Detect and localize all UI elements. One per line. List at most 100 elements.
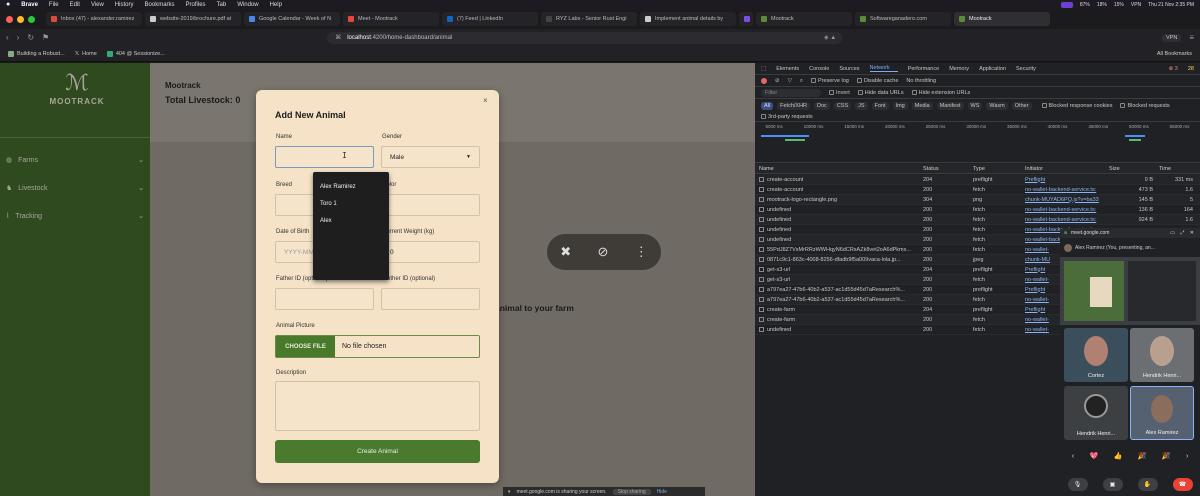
browser-tab[interactable]: RYZ Labs - Senior Rust Engi — [541, 12, 637, 26]
father-id-input[interactable] — [275, 288, 374, 310]
meet-window-controls-icon[interactable]: ▭ ⤢ ✕ — [1170, 230, 1200, 236]
browser-tab[interactable]: Inbox (47) - alexander.ramirez — [46, 12, 142, 26]
reload-icon[interactable]: ↻ — [27, 33, 34, 42]
filter-chip[interactable]: Fetch/XHR — [777, 101, 811, 110]
browser-tab[interactable]: Mootrack — [756, 12, 852, 26]
bookmark-item[interactable]: 𝕏 Home — [75, 51, 97, 57]
disable-cache[interactable]: Disable cache — [856, 78, 898, 84]
reaction-emoji-icon[interactable]: 🎉 — [1138, 452, 1147, 460]
record-icon[interactable] — [761, 78, 767, 84]
filter-chip[interactable]: Other — [1011, 101, 1032, 110]
network-row[interactable]: undefined 200 fetch no-wallet-backend-servi… — [755, 205, 1200, 215]
network-row[interactable]: undefined 200 fetch no-wallet-backend-servi… — [755, 215, 1200, 225]
autocomplete-option[interactable]: Toro 1 — [313, 195, 389, 212]
camera-icon[interactable]: ▣ — [1102, 477, 1123, 491]
hide-button[interactable]: Hide — [657, 489, 667, 495]
close-icon[interactable]: × — [483, 96, 488, 105]
shared-screen-preview[interactable] — [1060, 257, 1200, 325]
third-party-checkbox[interactable]: 3rd-party requests — [761, 114, 813, 120]
network-timeline[interactable]: 5000 ms 10000 ms 15000 ms 20000 ms 25000 ms 3… — [755, 123, 1200, 163]
clear-icon[interactable]: ⊘ — [775, 78, 780, 84]
menu-view[interactable]: View — [91, 2, 104, 8]
status-clock[interactable]: Thu 21 Nov 2:35 PM — [1148, 2, 1194, 8]
description-textarea[interactable] — [275, 381, 480, 431]
menu-history[interactable]: History — [115, 2, 134, 8]
cell-initiator[interactable]: no-wallet-backend-service.ts: — [1025, 187, 1109, 193]
cell-initiator[interactable]: chunk-MUYAD6PQ.js?v=ba33 — [1025, 197, 1109, 203]
browser-tab[interactable]: Meet - Mootrack — [343, 12, 439, 26]
filter-chip[interactable]: JS — [855, 101, 868, 110]
filter-input[interactable]: Filter — [761, 89, 821, 97]
browser-tab[interactable]: Google Calendar - Week of N — [244, 12, 340, 26]
tab-sources[interactable]: Sources — [839, 66, 859, 72]
blocked-filter-checkbox[interactable]: Blocked requests — [1120, 103, 1170, 109]
menu-tab[interactable]: Tab — [217, 2, 227, 8]
preserve-log[interactable]: Preserve log — [810, 78, 849, 84]
mic-off-icon[interactable]: ✖ — [560, 244, 571, 260]
browser-tab[interactable]: website-2019/brochure.pdf at — [145, 12, 241, 26]
screen-share-indicator[interactable] — [1060, 1, 1073, 8]
blocked-filter-checkbox[interactable]: Blocked response cookies — [1041, 103, 1112, 109]
stop-sharing-button[interactable]: Stop sharing — [612, 488, 651, 495]
filter-chip[interactable]: Font — [871, 101, 889, 110]
sidebar-item-tracking[interactable]: ⌇ Tracking ⌄ — [6, 209, 144, 223]
close-window-icon[interactable] — [6, 15, 13, 23]
column-name[interactable]: Name — [755, 166, 923, 172]
reaction-emoji-icon[interactable]: 🎉 — [1162, 452, 1171, 460]
menu-icon[interactable]: ≡ — [1189, 33, 1194, 42]
throttling-select[interactable]: No throttling — [906, 78, 936, 84]
menu-window[interactable]: Window — [237, 2, 258, 8]
search-icon[interactable]: ⌕ — [800, 78, 803, 85]
status-vpn[interactable]: VPN — [1131, 2, 1141, 8]
weight-input[interactable]: 0 — [381, 241, 480, 263]
tab-console[interactable]: Console — [809, 66, 829, 72]
mic-icon[interactable]: 🎙 — [1067, 477, 1088, 491]
browser-tab[interactable]: Softwareganadero.com — [855, 12, 951, 26]
autocomplete-option[interactable]: Alex — [313, 212, 389, 229]
tab-network[interactable]: Network — [869, 65, 898, 72]
tab-elements[interactable]: Elements — [776, 66, 799, 72]
all-bookmarks[interactable]: All Bookmarks — [1157, 51, 1192, 57]
tab-performance[interactable]: Performance — [908, 66, 940, 72]
participant-tile[interactable]: Cortez — [1064, 328, 1128, 382]
gender-select[interactable]: Male ▼ — [381, 146, 480, 168]
browser-tab[interactable]: Mootrack — [954, 12, 1050, 26]
network-row[interactable]: create-account 200 fetch no-wallet-backend-… — [755, 185, 1200, 195]
raise-hand-icon[interactable]: ✋ — [1137, 477, 1158, 491]
mootrack-logo[interactable]: ℳ MOOTRACK — [42, 73, 112, 107]
reaction-nav-icon[interactable]: ‹ — [1072, 453, 1074, 460]
end-call-icon[interactable]: ☎ — [1172, 477, 1193, 491]
participant-tile[interactable]: Hendrik Henri... — [1130, 328, 1194, 382]
menu-file[interactable]: File — [49, 2, 59, 8]
brave-shield-icon[interactable]: ◈ ▲ — [824, 34, 842, 41]
inspect-icon[interactable]: ⬚ — [761, 66, 766, 72]
browser-tab[interactable] — [739, 12, 753, 26]
minimize-window-icon[interactable] — [17, 15, 24, 23]
filter-chip[interactable]: Manifest — [936, 101, 964, 110]
apple-icon[interactable]: ● — [6, 1, 10, 8]
filter-chip[interactable]: Media — [911, 101, 933, 110]
column-initiator[interactable]: Initiator — [1025, 166, 1109, 172]
invert-checkbox[interactable]: Invert — [829, 90, 850, 96]
hide-extension-urls-checkbox[interactable]: Hide extension URLs — [911, 90, 970, 96]
reaction-emoji-icon[interactable]: 👍 — [1114, 452, 1123, 460]
tab-memory[interactable]: Memory — [949, 66, 969, 72]
zoom-window-icon[interactable] — [28, 15, 35, 23]
hide-data-urls-checkbox[interactable]: Hide data URLs — [857, 90, 904, 96]
filter-chip[interactable]: CSS — [833, 101, 852, 110]
filter-icon[interactable]: ▽ — [788, 78, 792, 84]
speaker-off-icon[interactable]: ⊘ — [597, 244, 608, 260]
filter-chip[interactable]: WS — [967, 101, 983, 110]
sidebar-item-livestock[interactable]: ♞ Livestock ⌄ — [6, 181, 144, 195]
filter-chip[interactable]: Doc — [814, 101, 830, 110]
forward-icon[interactable]: › — [17, 33, 20, 42]
cell-initiator[interactable]: Preflight — [1025, 177, 1109, 183]
url-bar[interactable]: ⌘ localhost:4200/home-dashboard/animal ◈… — [327, 31, 843, 44]
column-type[interactable]: Type — [973, 166, 1025, 172]
site-info-icon[interactable]: ⌘ — [335, 34, 341, 41]
reaction-emoji-icon[interactable]: 💖 — [1089, 452, 1098, 460]
column-status[interactable]: Status — [923, 166, 973, 172]
menu-edit[interactable]: Edit — [70, 2, 80, 8]
warning-count[interactable]: 28 — [1188, 66, 1200, 72]
filter-chip[interactable]: All — [761, 101, 774, 110]
